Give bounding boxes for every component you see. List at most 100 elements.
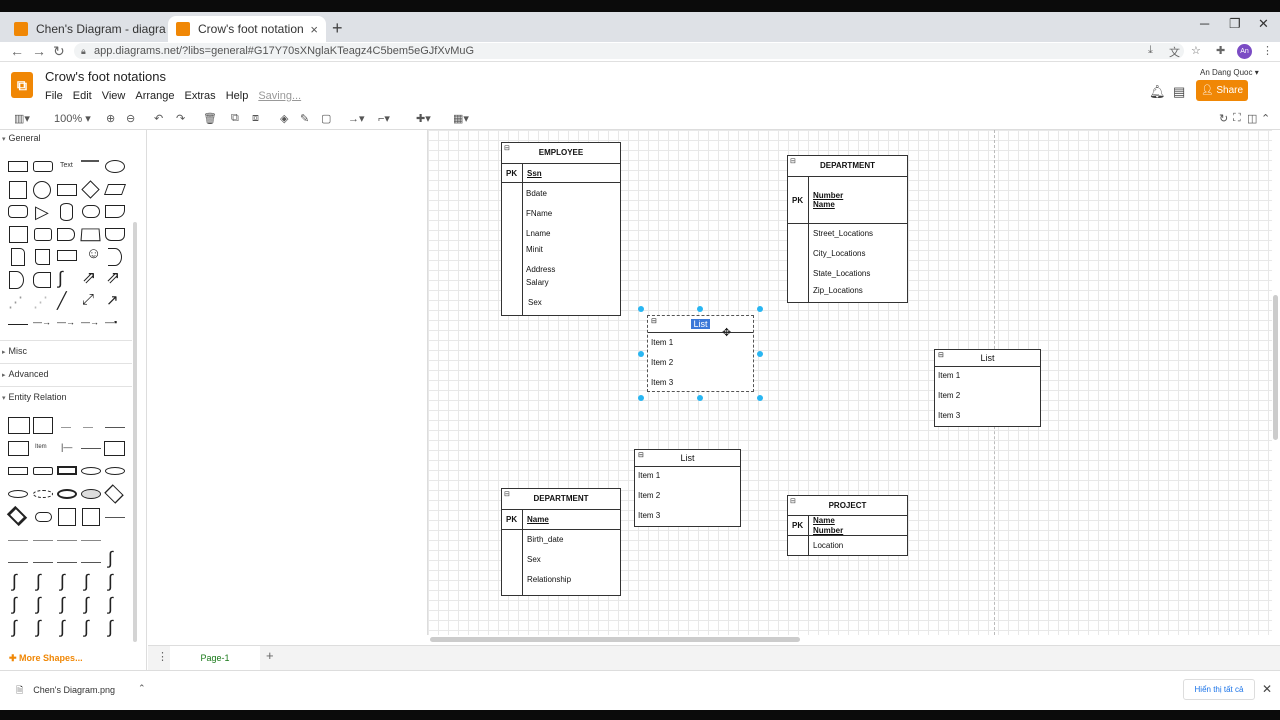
menu-extras[interactable]: Extras bbox=[185, 90, 216, 102]
shape-dashed-line[interactable]: ⋰ bbox=[8, 293, 23, 311]
er-entity-shape[interactable] bbox=[8, 441, 29, 456]
reload-icon[interactable]: ↻ bbox=[53, 43, 65, 60]
resize-handle-w[interactable] bbox=[638, 351, 644, 357]
shape-arrow[interactable]: ⇗ bbox=[106, 268, 120, 288]
list-shape-bottom[interactable]: List ⊟ Item 1 Item 2 Item 3 bbox=[634, 449, 741, 527]
collapse-icon[interactable]: ⊟ bbox=[504, 490, 510, 498]
er-table-list-2-shape[interactable] bbox=[82, 508, 100, 526]
er-attribute-ellipse-shape[interactable] bbox=[81, 467, 101, 475]
shape-line[interactable]: ╱ bbox=[57, 291, 67, 311]
er-curve-11[interactable]: ∫ bbox=[108, 594, 113, 615]
er-rel-line-1[interactable] bbox=[8, 540, 28, 541]
er-rect-shape[interactable] bbox=[8, 467, 28, 475]
er-rel-line-3[interactable] bbox=[57, 540, 77, 541]
minimize-icon[interactable]: ─ bbox=[1200, 16, 1209, 31]
close-tab-icon[interactable]: × bbox=[304, 22, 318, 37]
shape-data-storage[interactable] bbox=[33, 272, 51, 288]
er-item-shape[interactable]: Item bbox=[35, 444, 47, 450]
bookmark-star-icon[interactable]: ☆ bbox=[1191, 44, 1201, 57]
sidebar-scrollbar[interactable] bbox=[133, 222, 137, 642]
show-all-button[interactable]: Hiển thị tất cả bbox=[1183, 679, 1255, 700]
close-download-bar-icon[interactable]: ✕ bbox=[1262, 682, 1272, 696]
shape-bidirectional-arrow[interactable]: ⇗ bbox=[82, 268, 96, 288]
er-curve-8[interactable]: ∫ bbox=[36, 594, 41, 615]
er-curve-13[interactable]: ∫ bbox=[36, 617, 41, 638]
er-partial-key-shape[interactable] bbox=[81, 489, 101, 499]
er-entity-2-shape[interactable] bbox=[104, 441, 125, 456]
browser-tab-crows-foot[interactable]: Crow's foot notations - diagrams.net × bbox=[168, 16, 326, 42]
er-derived-shape[interactable] bbox=[33, 490, 53, 498]
er-curve-2[interactable]: ∫ bbox=[12, 571, 17, 592]
collapse-icon[interactable]: ⊟ bbox=[938, 351, 944, 359]
reset-view-icon[interactable]: ↻ bbox=[1219, 112, 1228, 125]
resize-handle-e[interactable] bbox=[757, 351, 763, 357]
resize-handle-se[interactable] bbox=[757, 395, 763, 401]
pages-menu-icon[interactable]: ⋮ bbox=[157, 650, 168, 663]
section-misc[interactable]: ▸ Misc bbox=[0, 346, 27, 356]
resize-handle-nw[interactable] bbox=[638, 306, 644, 312]
shape-text[interactable]: Text bbox=[60, 162, 73, 169]
to-front-icon[interactable]: ⧉ bbox=[231, 112, 239, 125]
shape-delay[interactable] bbox=[9, 271, 24, 289]
er-curve-1[interactable]: ∫ bbox=[108, 548, 113, 569]
shape-textbox[interactable] bbox=[81, 160, 99, 172]
menu-arrange[interactable]: Arrange bbox=[135, 90, 174, 102]
shape-cube[interactable] bbox=[34, 228, 52, 241]
er-attribute-ellipse-2-shape[interactable] bbox=[105, 467, 125, 475]
shape-square[interactable] bbox=[9, 181, 27, 199]
translate-icon[interactable]: 文 bbox=[1169, 44, 1180, 60]
collapse-icon[interactable]: ⊟ bbox=[638, 451, 644, 459]
er-rel-line-4[interactable] bbox=[81, 540, 101, 541]
collapse-icon[interactable]: ⊟ bbox=[790, 157, 796, 165]
er-associative-shape[interactable] bbox=[35, 512, 52, 522]
share-button[interactable]: 👤︎ Share bbox=[1196, 80, 1248, 101]
shape-circle[interactable] bbox=[33, 181, 51, 199]
format-toggle-icon[interactable]: ◫ bbox=[1247, 112, 1257, 125]
er-curve-5[interactable]: ∫ bbox=[84, 571, 89, 592]
zoom-out-icon[interactable]: ⊖ bbox=[126, 112, 135, 125]
section-advanced[interactable]: ▸ Advanced bbox=[0, 369, 49, 379]
collapse-icon[interactable]: ⊟ bbox=[504, 144, 510, 152]
shape-rounded-rectangle[interactable] bbox=[33, 161, 53, 172]
fullscreen-icon[interactable]: ⛶ bbox=[1233, 112, 1241, 125]
canvas-vertical-scrollbar[interactable] bbox=[1273, 295, 1278, 440]
shape-rectangle[interactable] bbox=[8, 161, 28, 172]
shape-diamond[interactable] bbox=[81, 180, 100, 199]
zoom-in-icon[interactable]: ⊕ bbox=[106, 112, 115, 125]
er-multivalue-shape[interactable] bbox=[8, 490, 28, 498]
table-icon[interactable]: ▦▾ bbox=[453, 112, 469, 125]
department-entity-top[interactable]: DEPARTMENT ⊟ PK Number Name Street_Locat… bbox=[787, 155, 908, 303]
list-shape-selected[interactable]: List ⊟ Item 1 Item 2 Item 3 bbox=[647, 315, 754, 392]
er-curve-3[interactable]: ∫ bbox=[36, 571, 41, 592]
shape-document[interactable] bbox=[105, 205, 125, 218]
shape-link-arrow-2[interactable]: —→ bbox=[57, 317, 75, 327]
shape-link-arrow-3[interactable]: —→ bbox=[81, 317, 99, 327]
chevron-up-icon[interactable]: ⌃ bbox=[138, 683, 146, 694]
shape-link-arrow[interactable]: —→ bbox=[33, 317, 51, 327]
er-curve-7[interactable]: ∫ bbox=[12, 594, 17, 615]
er-curve-15[interactable]: ∫ bbox=[84, 617, 89, 638]
resize-handle-s[interactable] bbox=[697, 395, 703, 401]
er-rel-line-6[interactable] bbox=[33, 562, 53, 563]
shape-cylinder[interactable] bbox=[60, 203, 73, 221]
document-title[interactable]: Crow's foot notations bbox=[45, 69, 166, 84]
install-app-icon[interactable]: ⤓ bbox=[1148, 44, 1153, 57]
section-general[interactable]: ▾ General bbox=[0, 133, 41, 143]
er-curve-10[interactable]: ∫ bbox=[84, 594, 89, 615]
format-panel-icon[interactable]: ▥▾ bbox=[14, 112, 30, 125]
profile-avatar[interactable]: An bbox=[1237, 44, 1252, 59]
line-color-icon[interactable]: ✎ bbox=[300, 112, 309, 125]
browser-menu-icon[interactable]: ⋮ bbox=[1262, 44, 1273, 57]
menu-file[interactable]: File bbox=[45, 90, 63, 102]
shape-hexagon[interactable] bbox=[8, 205, 28, 218]
resize-handle-sw[interactable] bbox=[638, 395, 644, 401]
to-back-icon[interactable]: ⧈ bbox=[252, 112, 259, 125]
waypoints-icon[interactable]: ⌐▾ bbox=[378, 112, 390, 125]
fill-color-icon[interactable]: ◈ bbox=[280, 112, 288, 125]
shadow-icon[interactable]: ▢ bbox=[321, 112, 331, 125]
shape-note[interactable] bbox=[11, 248, 25, 266]
er-curve-6[interactable]: ∫ bbox=[108, 571, 113, 592]
er-table-list-shape[interactable] bbox=[58, 508, 76, 526]
er-curve-4[interactable]: ∫ bbox=[60, 571, 65, 592]
extensions-icon[interactable]: ✚ bbox=[1216, 44, 1225, 57]
